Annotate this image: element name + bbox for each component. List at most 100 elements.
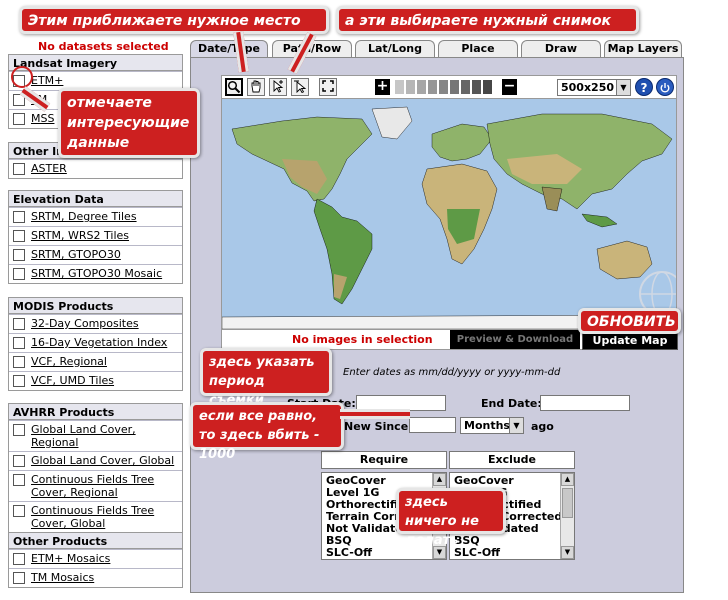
- zoom-level-segment[interactable]: [439, 80, 448, 94]
- checkbox[interactable]: [13, 163, 25, 175]
- hand-icon[interactable]: [247, 78, 265, 96]
- zoom-level-segment[interactable]: [450, 80, 459, 94]
- power-icon[interactable]: [656, 78, 674, 96]
- dataset-label[interactable]: Global Land Cover, Regional: [31, 423, 179, 449]
- dataset-label[interactable]: ETM+: [31, 74, 63, 87]
- zoom-level-segment[interactable]: [417, 80, 426, 94]
- magnifier-icon[interactable]: [225, 78, 243, 96]
- callout-mark-data: отмечаете интересующие данные: [58, 88, 200, 158]
- no-images-label: No images in selection: [292, 333, 433, 346]
- new-since-label: New Since:: [344, 420, 413, 433]
- world-map[interactable]: [221, 99, 677, 329]
- callout-arrow: [340, 409, 410, 419]
- no-datasets-label: No datasets selected: [38, 40, 169, 53]
- dataset-label[interactable]: ETM+ Mosaics: [31, 552, 110, 565]
- dataset-tm-mosaics[interactable]: TM Mosaics: [9, 568, 182, 587]
- zoom-level-segment[interactable]: [472, 80, 481, 94]
- preview-download-button[interactable]: Preview & Download: [450, 330, 580, 349]
- tab-date-type[interactable]: Date/Type: [190, 40, 268, 58]
- checkbox[interactable]: [13, 572, 25, 584]
- tab-draw[interactable]: Draw: [521, 40, 601, 58]
- list-item[interactable]: SLC-Off: [454, 547, 570, 559]
- checkbox[interactable]: [13, 113, 25, 125]
- dataset-aster[interactable]: ASTER: [9, 159, 182, 178]
- new-since-field[interactable]: [409, 417, 456, 433]
- dataset-cftc-regional[interactable]: Continuous Fields Tree Cover, Regional: [9, 470, 182, 501]
- tab-map-layers[interactable]: Map Layers: [604, 40, 682, 58]
- dataset-32-day[interactable]: 32-Day Composites: [9, 314, 182, 333]
- dataset-label[interactable]: SRTM, GTOPO30: [31, 248, 121, 261]
- zoom-level-segment[interactable]: [406, 80, 415, 94]
- dataset-vcf-regional[interactable]: VCF, Regional: [9, 352, 182, 371]
- dataset-label[interactable]: 32-Day Composites: [31, 317, 139, 330]
- end-date-field[interactable]: [540, 395, 630, 411]
- zoom-level-segment[interactable]: [428, 80, 437, 94]
- dataset-cftc-global[interactable]: Continuous Fields Tree Cover, Global: [9, 501, 182, 532]
- checkbox[interactable]: [13, 553, 25, 565]
- help-button[interactable]: ?: [635, 78, 653, 96]
- dataset-label[interactable]: VCF, UMD Tiles: [31, 374, 114, 387]
- scroll-up-icon[interactable]: ▲: [561, 473, 574, 486]
- section-other-products: Other Products ETM+ Mosaics TM Mosaics: [8, 532, 183, 588]
- checkbox[interactable]: [13, 211, 25, 223]
- dataset-label[interactable]: VCF, Regional: [31, 355, 107, 368]
- checkbox[interactable]: [13, 249, 25, 261]
- scroll-up-icon[interactable]: ▲: [433, 473, 446, 486]
- new-since-unit-select[interactable]: Months ▼: [460, 417, 524, 434]
- dataset-label[interactable]: SRTM, GTOPO30 Mosaic: [31, 267, 162, 280]
- dataset-vcf-umd[interactable]: VCF, UMD Tiles: [9, 371, 182, 390]
- zoom-level-segment[interactable]: [461, 80, 470, 94]
- scroll-thumb[interactable]: [562, 488, 573, 518]
- dataset-glc-global[interactable]: Global Land Cover, Global: [9, 451, 182, 470]
- callout-nothing: здесь ничего не делать: [396, 488, 506, 548]
- checkbox[interactable]: [13, 356, 25, 368]
- unit-value: Months: [464, 419, 510, 432]
- zoom-out-button[interactable]: −: [502, 79, 517, 95]
- checkbox[interactable]: [13, 505, 25, 517]
- section-modis: MODIS Products 32-Day Composites 16-Day …: [8, 297, 183, 391]
- dataset-srtm-degree[interactable]: SRTM, Degree Tiles: [9, 207, 182, 226]
- section-elevation: Elevation Data SRTM, Degree Tiles SRTM, …: [8, 190, 183, 284]
- dataset-label[interactable]: Continuous Fields Tree Cover, Regional: [31, 473, 179, 499]
- tab-lat-long[interactable]: Lat/Long: [355, 40, 435, 58]
- zoom-level-segment[interactable]: [395, 80, 404, 94]
- dataset-glc-regional[interactable]: Global Land Cover, Regional: [9, 420, 182, 451]
- end-date-label: End Date:: [481, 397, 542, 410]
- dataset-label[interactable]: Continuous Fields Tree Cover, Global: [31, 504, 179, 530]
- world-map-image: [222, 99, 676, 329]
- checkbox[interactable]: [13, 337, 25, 349]
- checkbox[interactable]: [13, 424, 25, 436]
- checkbox[interactable]: [13, 474, 25, 486]
- tab-place[interactable]: Place: [438, 40, 518, 58]
- dataset-label[interactable]: TM Mosaics: [31, 571, 94, 584]
- dataset-label[interactable]: 16-Day Vegetation Index: [31, 336, 167, 349]
- dataset-label[interactable]: SRTM, Degree Tiles: [31, 210, 137, 223]
- map-size-value: 500x250: [561, 81, 615, 94]
- dataset-label[interactable]: MSS: [31, 112, 54, 125]
- ago-label: ago: [531, 420, 554, 433]
- checkbox[interactable]: [13, 268, 25, 280]
- checkbox[interactable]: [13, 230, 25, 242]
- section-title: Elevation Data: [9, 191, 182, 207]
- dataset-label[interactable]: ASTER: [31, 162, 67, 175]
- pointer-select-icon[interactable]: [291, 78, 309, 96]
- zoom-level-segment[interactable]: [483, 80, 492, 94]
- checkbox[interactable]: [13, 455, 25, 467]
- pointer-plus-icon[interactable]: [269, 78, 287, 96]
- zoom-in-button[interactable]: +: [375, 79, 390, 95]
- dataset-srtm-wrs2[interactable]: SRTM, WRS2 Tiles: [9, 226, 182, 245]
- scrollbar[interactable]: ▲ ▼: [560, 473, 574, 559]
- dataset-label[interactable]: SRTM, WRS2 Tiles: [31, 229, 129, 242]
- fullscreen-icon[interactable]: [319, 78, 337, 96]
- section-title: AVHRR Products: [9, 404, 182, 420]
- dataset-label[interactable]: Global Land Cover, Global: [31, 454, 174, 467]
- checkbox[interactable]: [13, 375, 25, 387]
- dataset-srtm-gtopo30[interactable]: SRTM, GTOPO30: [9, 245, 182, 264]
- dataset-etm-mosaics[interactable]: ETM+ Mosaics: [9, 549, 182, 568]
- map-size-select[interactable]: 500x250 ▼: [557, 79, 631, 96]
- dataset-srtm-gtopo30-mosaic[interactable]: SRTM, GTOPO30 Mosaic: [9, 264, 182, 283]
- scroll-down-icon[interactable]: ▼: [561, 546, 574, 559]
- checkbox[interactable]: [13, 318, 25, 330]
- callout-zoom-tools: Этим приближаете нужное место: [19, 6, 329, 34]
- dataset-16-day[interactable]: 16-Day Vegetation Index: [9, 333, 182, 352]
